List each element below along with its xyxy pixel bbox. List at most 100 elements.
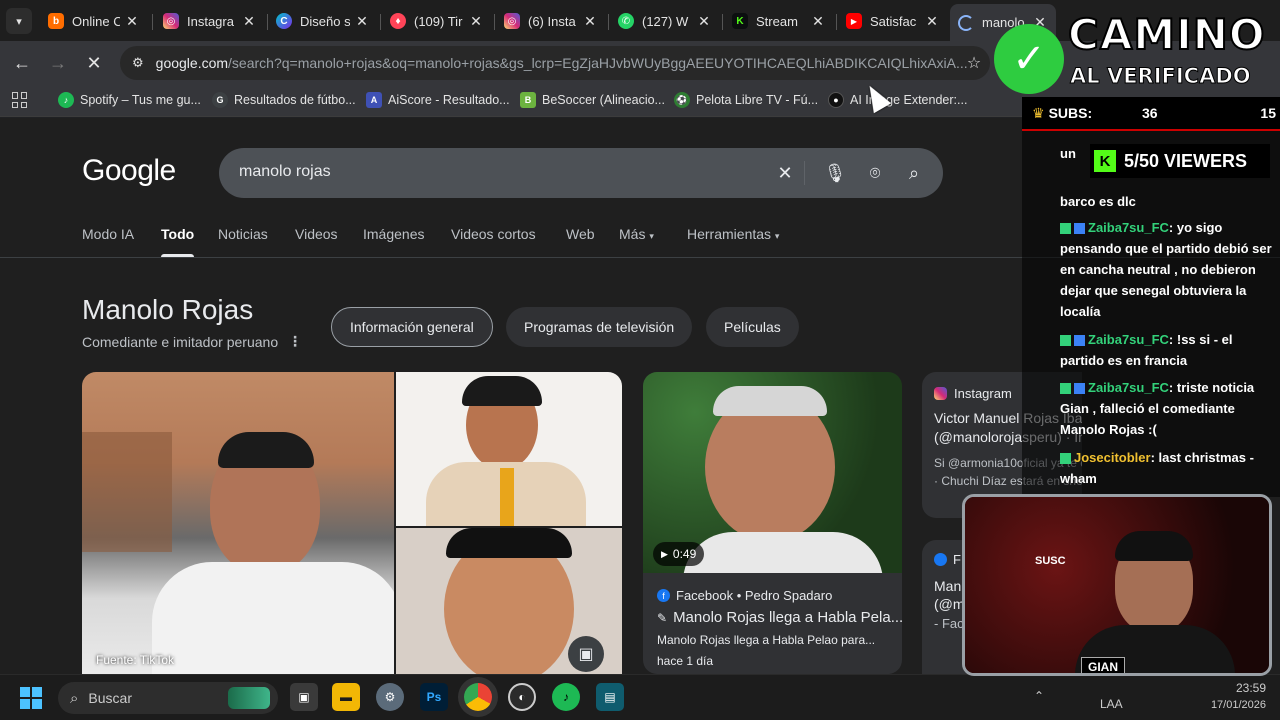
chat-text: un <box>1060 146 1076 161</box>
site-info-icon[interactable]: ⚙ <box>132 55 144 71</box>
clock-date[interactable]: 17/01/2026 <box>1196 699 1266 711</box>
bookmark-item[interactable]: G Resultados de fútbo... <box>212 92 356 108</box>
file-explorer-icon[interactable]: ▬ <box>332 683 360 711</box>
spotify-icon[interactable]: ♪ <box>552 683 580 711</box>
play-icon: ▶ <box>661 548 668 559</box>
browser-tab[interactable]: ◎ Instagra ✕ <box>155 6 265 36</box>
taskbar-search[interactable]: ⌕ Buscar <box>58 682 278 714</box>
more-options-icon[interactable]: ⋮ <box>288 333 302 350</box>
google-logo[interactable]: Google <box>82 154 176 188</box>
video-thumbnail[interactable]: ▶ 0:49 <box>643 372 902 573</box>
back-arrow-icon[interactable]: ← <box>10 51 34 75</box>
bookmark-label: Spotify – Tus me gu... <box>80 93 201 107</box>
tab-ai-mode[interactable]: Modo IA <box>82 226 134 242</box>
tab-close-icon[interactable]: ✕ <box>241 13 257 30</box>
browser-tab[interactable]: K Stream ✕ <box>724 6 834 36</box>
bookmark-item[interactable]: ♪ Spotify – Tus me gu... <box>58 92 201 108</box>
browser-tab[interactable]: ◎ (6) Insta ✕ <box>496 6 606 36</box>
tab-images[interactable]: Imágenes <box>363 226 424 242</box>
apps-grid-icon[interactable] <box>12 92 28 108</box>
obs-icon[interactable]: ◐ <box>508 683 536 711</box>
bookmark-label: Pelota Libre TV - Fú... <box>696 93 819 107</box>
tab-all[interactable]: Todo <box>161 226 195 257</box>
streamlabs-icon[interactable]: ▤ <box>596 683 624 711</box>
search-icon: ⌕ <box>70 689 79 707</box>
facebook-card-line-2: (@m <box>934 596 965 612</box>
tab-close-icon[interactable]: ✕ <box>124 13 140 30</box>
tab-short-videos[interactable]: Videos cortos <box>451 226 536 242</box>
tab-close-icon[interactable]: ✕ <box>468 13 484 30</box>
tab-close-icon[interactable]: ✕ <box>354 13 370 30</box>
bookmark-item[interactable]: ⚽ Pelota Libre TV - Fú... <box>674 92 818 108</box>
knowledge-photo-3[interactable]: ▣ <box>396 528 622 674</box>
browser-tab[interactable]: C Diseño s ✕ <box>268 6 378 36</box>
chip-overview[interactable]: Información general <box>331 307 493 347</box>
tab-close-icon[interactable]: ✕ <box>696 13 712 30</box>
video-card-title[interactable]: ✎ Manolo Rojas llega a Habla Pela... <box>657 609 903 626</box>
photoshop-icon[interactable]: Ps <box>420 683 448 711</box>
chevron-down-icon: ▾ <box>774 231 780 241</box>
forward-arrow-icon[interactable]: → <box>46 51 70 75</box>
lens-camera-icon[interactable]: ⌾ <box>863 161 887 185</box>
tab-divider <box>722 14 723 30</box>
knowledge-photo-main[interactable]: Fuente: TikTok <box>82 372 394 674</box>
video-card[interactable]: f Facebook • Pedro Spadaro ✎ Manolo Rojas … <box>643 573 903 674</box>
knowledge-title: Manolo Rojas <box>82 294 254 325</box>
tab-close-icon[interactable]: ✕ <box>810 13 826 30</box>
webcam-hair <box>1115 531 1193 561</box>
chevron-up-icon[interactable]: ⌃ <box>1034 689 1044 703</box>
image-gallery-icon[interactable]: ▣ <box>568 636 604 672</box>
overlay-title: CAMINO AL VERIFICADO <box>1060 8 1280 94</box>
bookmark-star-icon[interactable]: ☆ <box>962 51 986 75</box>
browser-tab[interactable]: ▶ Satisfac ✕ <box>838 6 948 36</box>
subs-goal: 15 <box>1260 105 1276 121</box>
bookmark-item[interactable]: A AiScore - Resultado... <box>366 92 510 108</box>
chip-tv-shows[interactable]: Programas de televisión <box>506 307 693 347</box>
kick-icon: K <box>732 13 748 29</box>
ai-extender-icon: ● <box>828 92 844 108</box>
tab-close-icon[interactable]: ✕ <box>582 13 598 30</box>
clock-time[interactable]: 23:59 <box>1200 681 1266 695</box>
tab-title: Satisfac <box>870 13 917 29</box>
stop-loading-icon[interactable]: ✕ <box>82 51 106 75</box>
tab-close-icon[interactable]: ✕ <box>924 13 940 30</box>
task-view-icon[interactable]: ▣ <box>290 683 318 711</box>
search-icon[interactable]: ⌕ <box>902 161 926 185</box>
browser-tab[interactable]: ♦ (109) Tir ✕ <box>382 6 492 36</box>
webcam-sign: SUSC <box>1035 555 1066 567</box>
chrome-icon[interactable] <box>464 683 492 711</box>
settings-gear-icon[interactable]: ⚙ <box>376 683 404 711</box>
search-box[interactable]: manolo rojas ✕ 🎙 ⌾ ⌕ <box>219 148 943 198</box>
windows-start-icon[interactable] <box>20 687 42 709</box>
tab-web[interactable]: Web <box>566 226 595 242</box>
search-highlight-icon <box>228 687 270 709</box>
browser-tab[interactable]: b Online C ✕ <box>40 6 148 36</box>
chat-message: Zaiba7su_FC: yo sigo pensando que el par… <box>1060 217 1280 322</box>
bookmark-item[interactable]: B BeSoccer (Alineacio... <box>520 92 665 108</box>
subs-label: SUBS: <box>1048 105 1093 121</box>
browser-tab[interactable]: ✆ (127) W ✕ <box>610 6 720 36</box>
tab-tools[interactable]: Herramientas ▾ <box>687 226 779 242</box>
language-indicator[interactable]: LAA <box>1100 697 1123 711</box>
address-bar[interactable]: ⚙ google.com /search?q=manolo+rojas&oq=m… <box>120 46 990 80</box>
tab-news[interactable]: Noticias <box>218 226 268 242</box>
tab-search-button[interactable]: ▾ <box>6 8 32 34</box>
bookmark-item[interactable]: ● AI Image Extender:... <box>828 92 967 108</box>
taskbar-search-label: Buscar <box>88 690 132 706</box>
tab-more[interactable]: Más ▾ <box>619 226 654 242</box>
search-input[interactable]: manolo rojas <box>239 163 331 181</box>
subs-value: 36 <box>1142 105 1158 121</box>
instagram-icon: ◎ <box>504 13 520 29</box>
instagram-icon: ◎ <box>163 13 179 29</box>
knowledge-photo-2[interactable] <box>396 372 622 526</box>
photo-hair <box>462 376 542 406</box>
viewer-goal: K 5/50 VIEWERS <box>1090 144 1270 178</box>
tab-videos[interactable]: Videos <box>295 226 338 242</box>
tab-divider <box>152 14 153 30</box>
microphone-icon[interactable]: 🎙 <box>823 161 847 185</box>
youtube-icon: ▶ <box>846 13 862 29</box>
chip-movies[interactable]: Películas <box>706 307 799 347</box>
clear-icon[interactable]: ✕ <box>773 161 797 185</box>
webcam-frame: SUSC GIAN <box>962 494 1272 676</box>
kick-badge-icon <box>1060 383 1071 395</box>
